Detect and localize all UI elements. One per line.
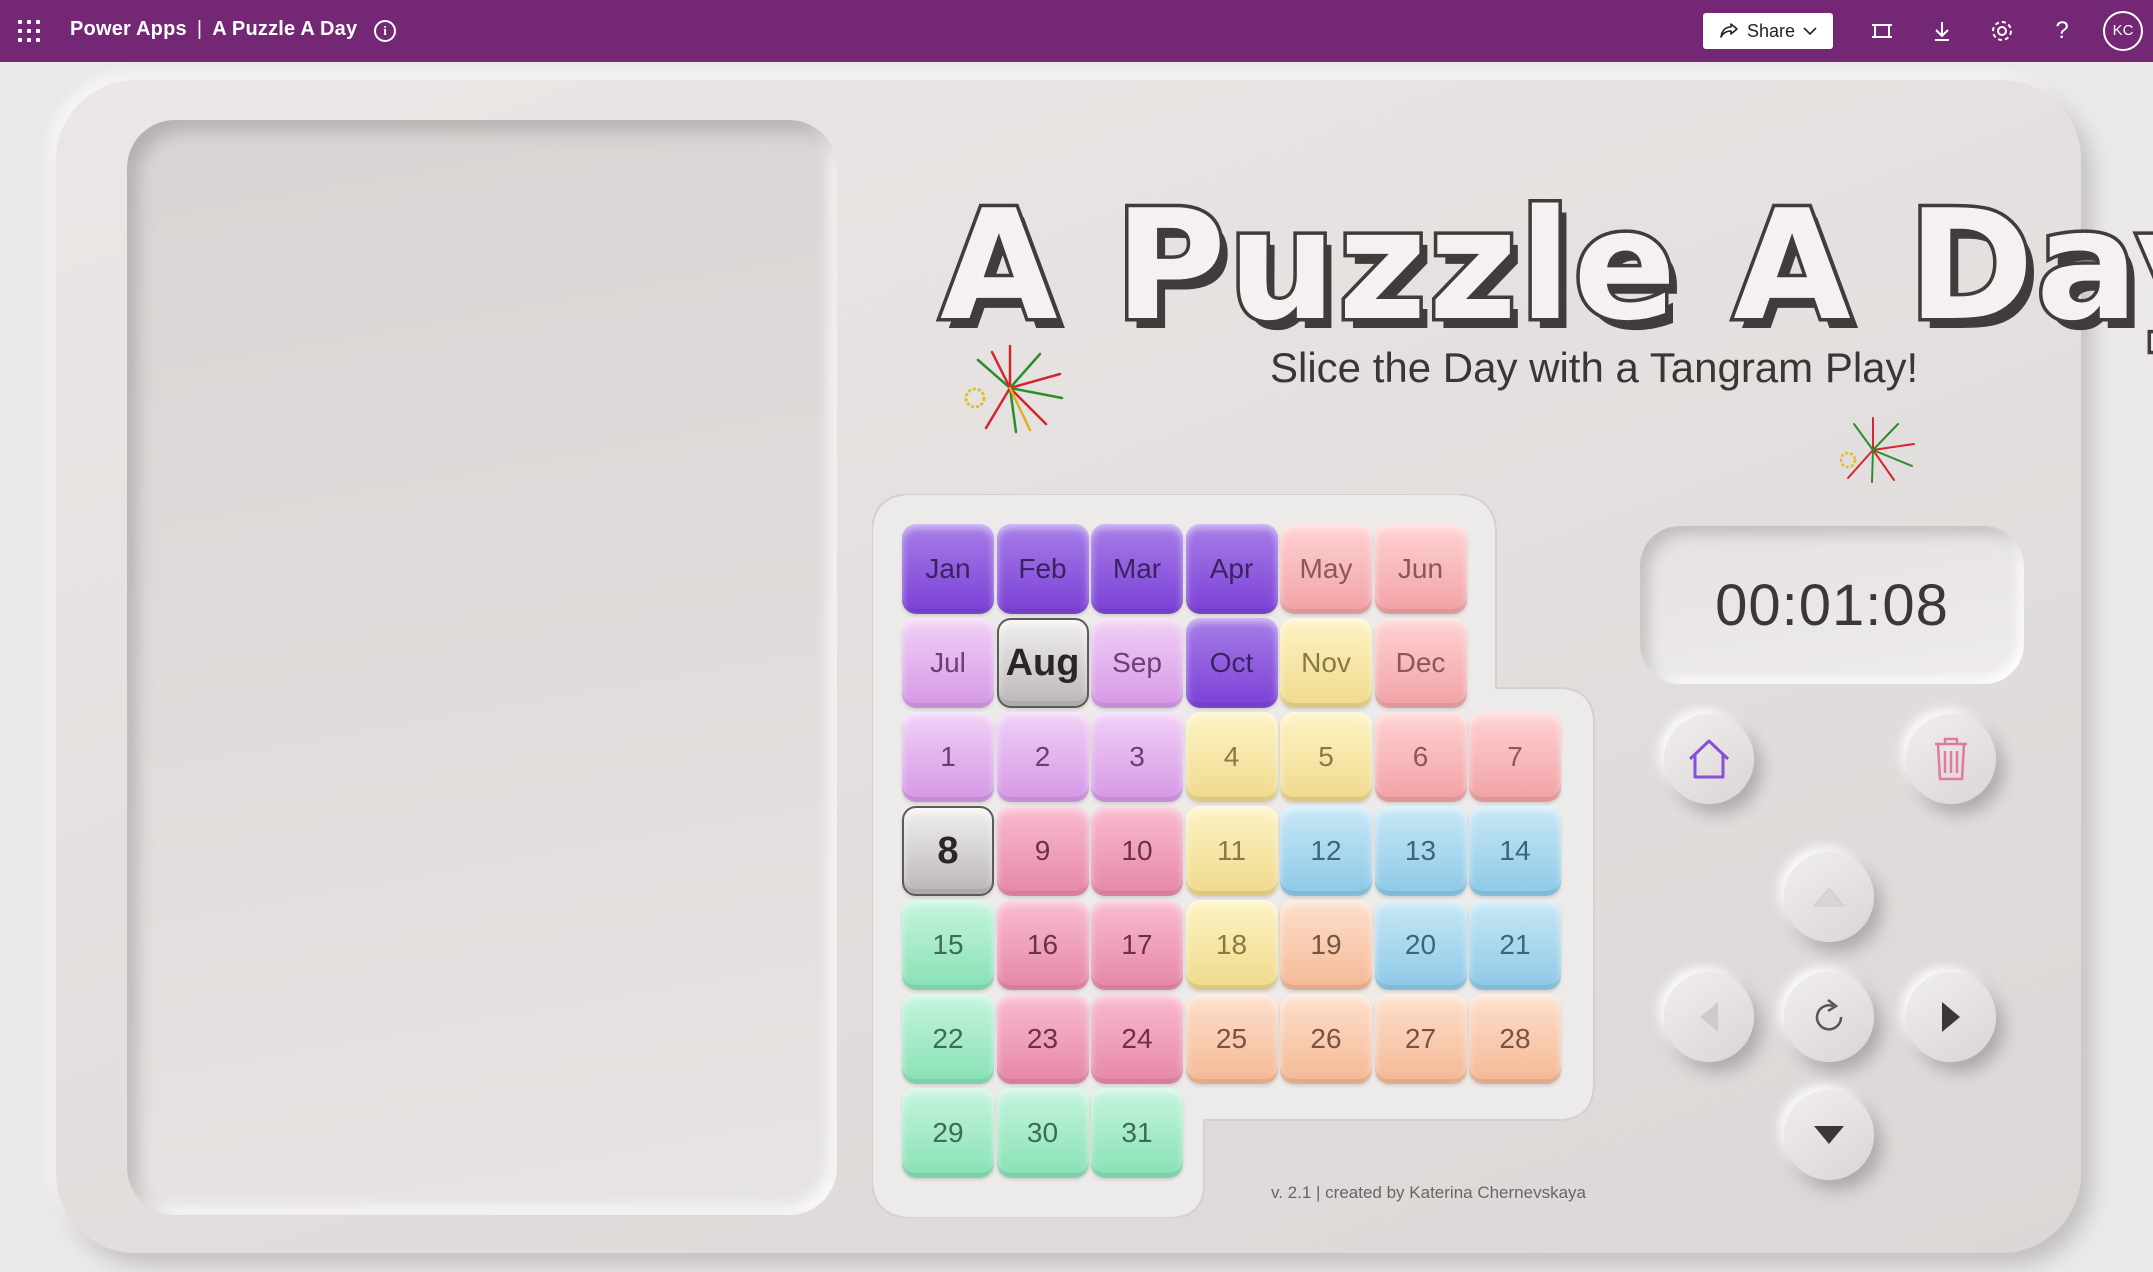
waffle-icon[interactable] <box>18 20 40 42</box>
day-cell[interactable]: 3 <box>1091 712 1183 802</box>
download-icon[interactable] <box>1926 15 1958 47</box>
day-cell[interactable]: 24 <box>1091 994 1183 1084</box>
month-cell[interactable]: Sep <box>1091 618 1183 708</box>
day-cell[interactable]: 19 <box>1280 900 1372 990</box>
day-cell[interactable]: 23 <box>996 994 1089 1084</box>
day-cell[interactable]: 31 <box>1091 1088 1183 1178</box>
app-name: A Puzzle A Day <box>212 18 358 40</box>
firework-icon <box>964 344 1064 434</box>
home-button[interactable] <box>1664 714 1754 804</box>
day-cell[interactable]: 25 <box>1185 994 1278 1084</box>
day-cell[interactable]: 14 <box>1469 806 1561 896</box>
month-cell[interactable]: Oct <box>1185 618 1278 708</box>
day-cell[interactable]: 6 <box>1374 712 1467 802</box>
day-cell[interactable]: 9 <box>996 806 1089 896</box>
rotate-button[interactable] <box>1784 972 1874 1062</box>
day-cell[interactable]: 4 <box>1185 712 1278 802</box>
trash-icon <box>1935 737 1967 781</box>
day-cell[interactable]: 11 <box>1185 806 1278 896</box>
move-left-button[interactable] <box>1664 972 1754 1062</box>
day-cell[interactable]: 5 <box>1280 712 1372 802</box>
month-cell[interactable]: Jun <box>1374 524 1467 614</box>
arrow-right-icon <box>1942 1002 1960 1032</box>
puzzle-board: Jan Feb Mar Apr May Jun Jul Aug Sep Oct Nov Dec 1 2 3 4… <box>872 494 1596 1218</box>
arrow-up-icon <box>1812 887 1846 907</box>
day-cell[interactable]: 26 <box>1280 994 1372 1084</box>
page-title: A Puzzle A Day <box>937 177 2153 354</box>
month-cell[interactable]: Dec <box>1374 618 1467 708</box>
day-cell[interactable]: 29 <box>902 1088 994 1178</box>
home-icon <box>1688 739 1730 779</box>
info-icon[interactable]: i <box>374 20 396 42</box>
arrow-down-icon <box>1814 1126 1844 1144</box>
day-cell[interactable]: 1 <box>902 712 994 802</box>
month-cell[interactable]: Mar <box>1091 524 1183 614</box>
day-cell[interactable]: 10 <box>1091 806 1183 896</box>
top-bar: Power Apps | A Puzzle A Day i Share ? KC <box>0 0 2153 62</box>
month-cell[interactable]: Jul <box>902 618 994 708</box>
clear-button[interactable] <box>1906 714 1996 804</box>
day-cell[interactable]: 17 <box>1091 900 1183 990</box>
month-cell-selected[interactable]: Aug <box>996 618 1089 708</box>
day-cell[interactable]: 12 <box>1280 806 1372 896</box>
settings-icon[interactable] <box>1986 15 2018 47</box>
day-cell[interactable]: 7 <box>1469 712 1561 802</box>
day-cell[interactable]: 2 <box>996 712 1089 802</box>
day-cell[interactable]: 27 <box>1374 994 1467 1084</box>
chevron-down-icon <box>1803 27 1817 36</box>
month-cell[interactable]: May <box>1280 524 1372 614</box>
fit-to-window-icon[interactable] <box>1866 15 1898 47</box>
title-separator: | <box>196 18 203 40</box>
move-down-button[interactable] <box>1784 1090 1874 1180</box>
share-button[interactable]: Share <box>1703 13 1833 49</box>
move-right-button[interactable] <box>1906 972 1996 1062</box>
pieces-tray[interactable] <box>127 120 837 1215</box>
share-label: Share <box>1746 20 1796 41</box>
day-cell-selected[interactable]: 8 <box>902 806 994 896</box>
day-cell[interactable]: 16 <box>996 900 1089 990</box>
month-cell[interactable]: Nov <box>1280 618 1372 708</box>
page-subtitle: Slice the Day with a Tangram Play! <box>1270 344 1919 391</box>
app-title: Power Apps | A Puzzle A Day <box>70 18 357 41</box>
move-up-button[interactable] <box>1784 852 1874 942</box>
month-cell[interactable]: Apr <box>1185 524 1278 614</box>
version-credit: v. 2.1 | created by Katerina Chernevskay… <box>1271 1183 1586 1202</box>
day-cell[interactable]: 20 <box>1374 900 1467 990</box>
day-cell[interactable]: 30 <box>996 1088 1089 1178</box>
rotate-icon <box>1815 999 1843 1031</box>
share-icon <box>1720 23 1738 38</box>
day-cell[interactable]: 21 <box>1469 900 1561 990</box>
day-cell[interactable]: 28 <box>1469 994 1561 1084</box>
day-cell[interactable]: 18 <box>1185 900 1278 990</box>
help-icon[interactable]: ? <box>2046 15 2078 47</box>
avatar[interactable]: KC <box>2103 11 2143 51</box>
firework-icon <box>1839 417 1915 483</box>
product-name: Power Apps <box>70 18 187 40</box>
month-cell[interactable]: Jan <box>902 524 994 614</box>
day-cell[interactable]: 15 <box>902 900 994 990</box>
timer-display: 00:01:08 <box>1640 526 2024 684</box>
day-cell[interactable]: 13 <box>1374 806 1467 896</box>
day-cell[interactable]: 22 <box>902 994 994 1084</box>
arrow-left-icon <box>1700 1002 1718 1032</box>
month-cell[interactable]: Feb <box>996 524 1089 614</box>
